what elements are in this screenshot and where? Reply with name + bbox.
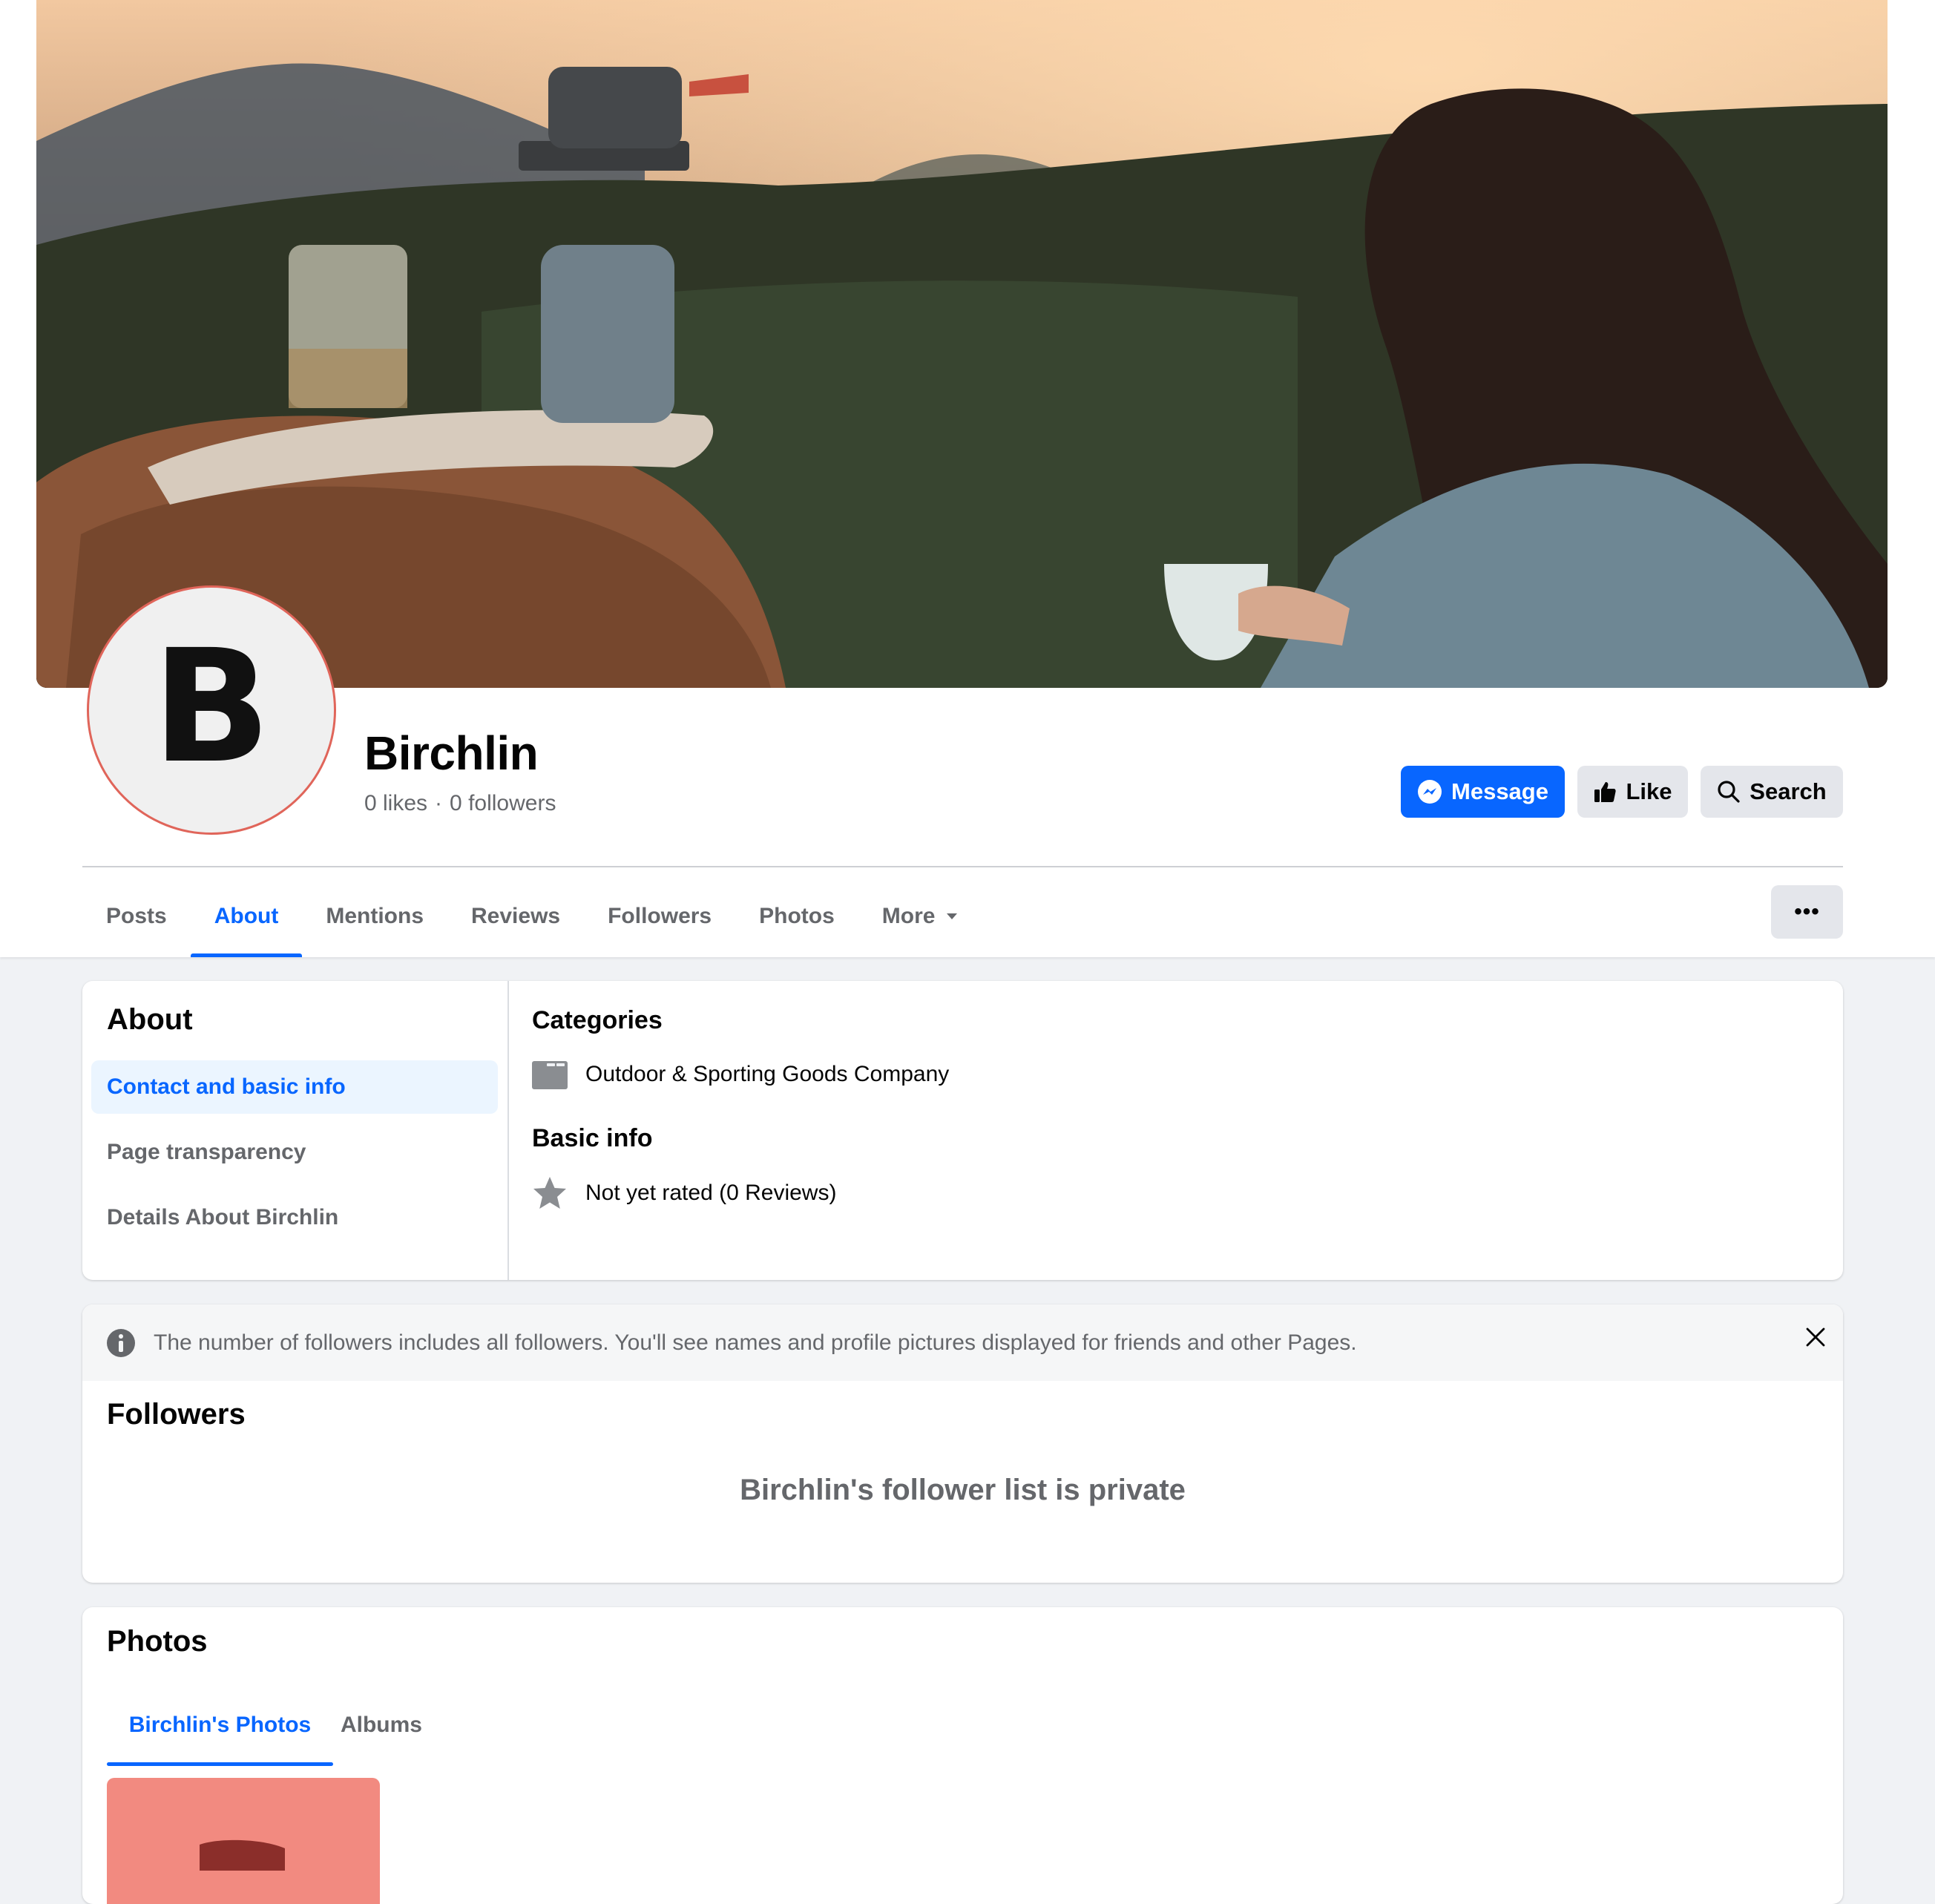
category-row: Outdoor & Sporting Goods Company	[532, 1060, 949, 1089]
profile-header: B Birchlin 0 likes · 0 followers Message L…	[0, 0, 1935, 957]
more-options-button[interactable]: •••	[1771, 885, 1843, 939]
like-button-label: Like	[1626, 778, 1672, 804]
search-button[interactable]: Search	[1701, 766, 1843, 818]
close-icon[interactable]	[1804, 1325, 1827, 1349]
followers-heading: Followers	[107, 1398, 246, 1431]
thumbs-up-icon	[1594, 782, 1617, 802]
tab-posts[interactable]: Posts	[82, 876, 191, 957]
likes-count[interactable]: 0 likes	[364, 791, 427, 815]
rating-text: Not yet rated (0 Reviews)	[585, 1181, 837, 1205]
followers-card: The number of followers includes all fol…	[82, 1304, 1843, 1583]
rating-row: Not yet rated (0 Reviews)	[532, 1175, 836, 1211]
tab-mentions[interactable]: Mentions	[302, 876, 447, 957]
about-title: About	[107, 1003, 193, 1036]
messenger-icon	[1418, 780, 1442, 804]
search-button-label: Search	[1750, 778, 1827, 804]
category-folder-icon	[532, 1061, 568, 1089]
about-nav-contact[interactable]: Contact and basic info	[91, 1060, 498, 1114]
followers-notice: The number of followers includes all fol…	[82, 1304, 1843, 1381]
like-button[interactable]: Like	[1577, 766, 1688, 818]
tab-photos[interactable]: Photos	[735, 876, 858, 957]
tab-more[interactable]: More	[858, 876, 983, 957]
page-stats: 0 likes · 0 followers	[364, 791, 556, 816]
message-button[interactable]: Message	[1401, 766, 1565, 818]
about-content: Categories Outdoor & Sporting Goods Comp…	[532, 981, 1843, 1280]
followers-count[interactable]: 0 followers	[450, 791, 556, 815]
followers-private-message: Birchlin's follower list is private	[740, 1474, 1186, 1506]
tab-followers[interactable]: Followers	[584, 876, 735, 957]
header-divider	[82, 866, 1843, 867]
photo-thumbnail-image	[200, 1839, 285, 1871]
stats-separator: ·	[435, 791, 443, 815]
page-title: Birchlin	[364, 726, 539, 780]
message-button-label: Message	[1451, 778, 1548, 804]
tab-page-photos[interactable]: Birchlin's Photos	[107, 1684, 333, 1766]
tab-reviews[interactable]: Reviews	[447, 876, 584, 957]
tab-about[interactable]: About	[190, 876, 303, 957]
profile-tabs: Posts About Mentions Reviews Followers P…	[82, 876, 982, 957]
about-card: About Contact and basic info Page transp…	[82, 981, 1843, 1280]
category-text[interactable]: Outdoor & Sporting Goods Company	[585, 1062, 949, 1087]
tab-more-label: More	[881, 904, 936, 928]
about-nav-transparency[interactable]: Page transparency	[91, 1126, 498, 1179]
tab-albums[interactable]: Albums	[333, 1684, 430, 1766]
photo-thumbnail[interactable]	[107, 1778, 380, 1904]
star-icon	[533, 1177, 566, 1209]
cover-photo-image	[36, 0, 1888, 688]
about-sidebar: About Contact and basic info Page transp…	[82, 981, 509, 1280]
categories-heading: Categories	[532, 1006, 663, 1034]
photos-card: Photos Birchlin's Photos Albums	[82, 1607, 1843, 1904]
notice-text: The number of followers includes all fol…	[154, 1330, 1357, 1355]
cover-photo[interactable]	[36, 0, 1888, 688]
caret-down-icon	[947, 913, 958, 919]
more-dots-icon: •••	[1794, 899, 1820, 924]
info-icon	[107, 1329, 135, 1357]
about-nav-details[interactable]: Details About Birchlin	[91, 1191, 498, 1244]
basic-info-heading: Basic info	[532, 1124, 653, 1152]
search-icon	[1718, 781, 1740, 803]
avatar-letter: B	[151, 616, 272, 798]
photos-heading: Photos	[107, 1625, 208, 1658]
profile-avatar[interactable]: B	[87, 585, 336, 835]
